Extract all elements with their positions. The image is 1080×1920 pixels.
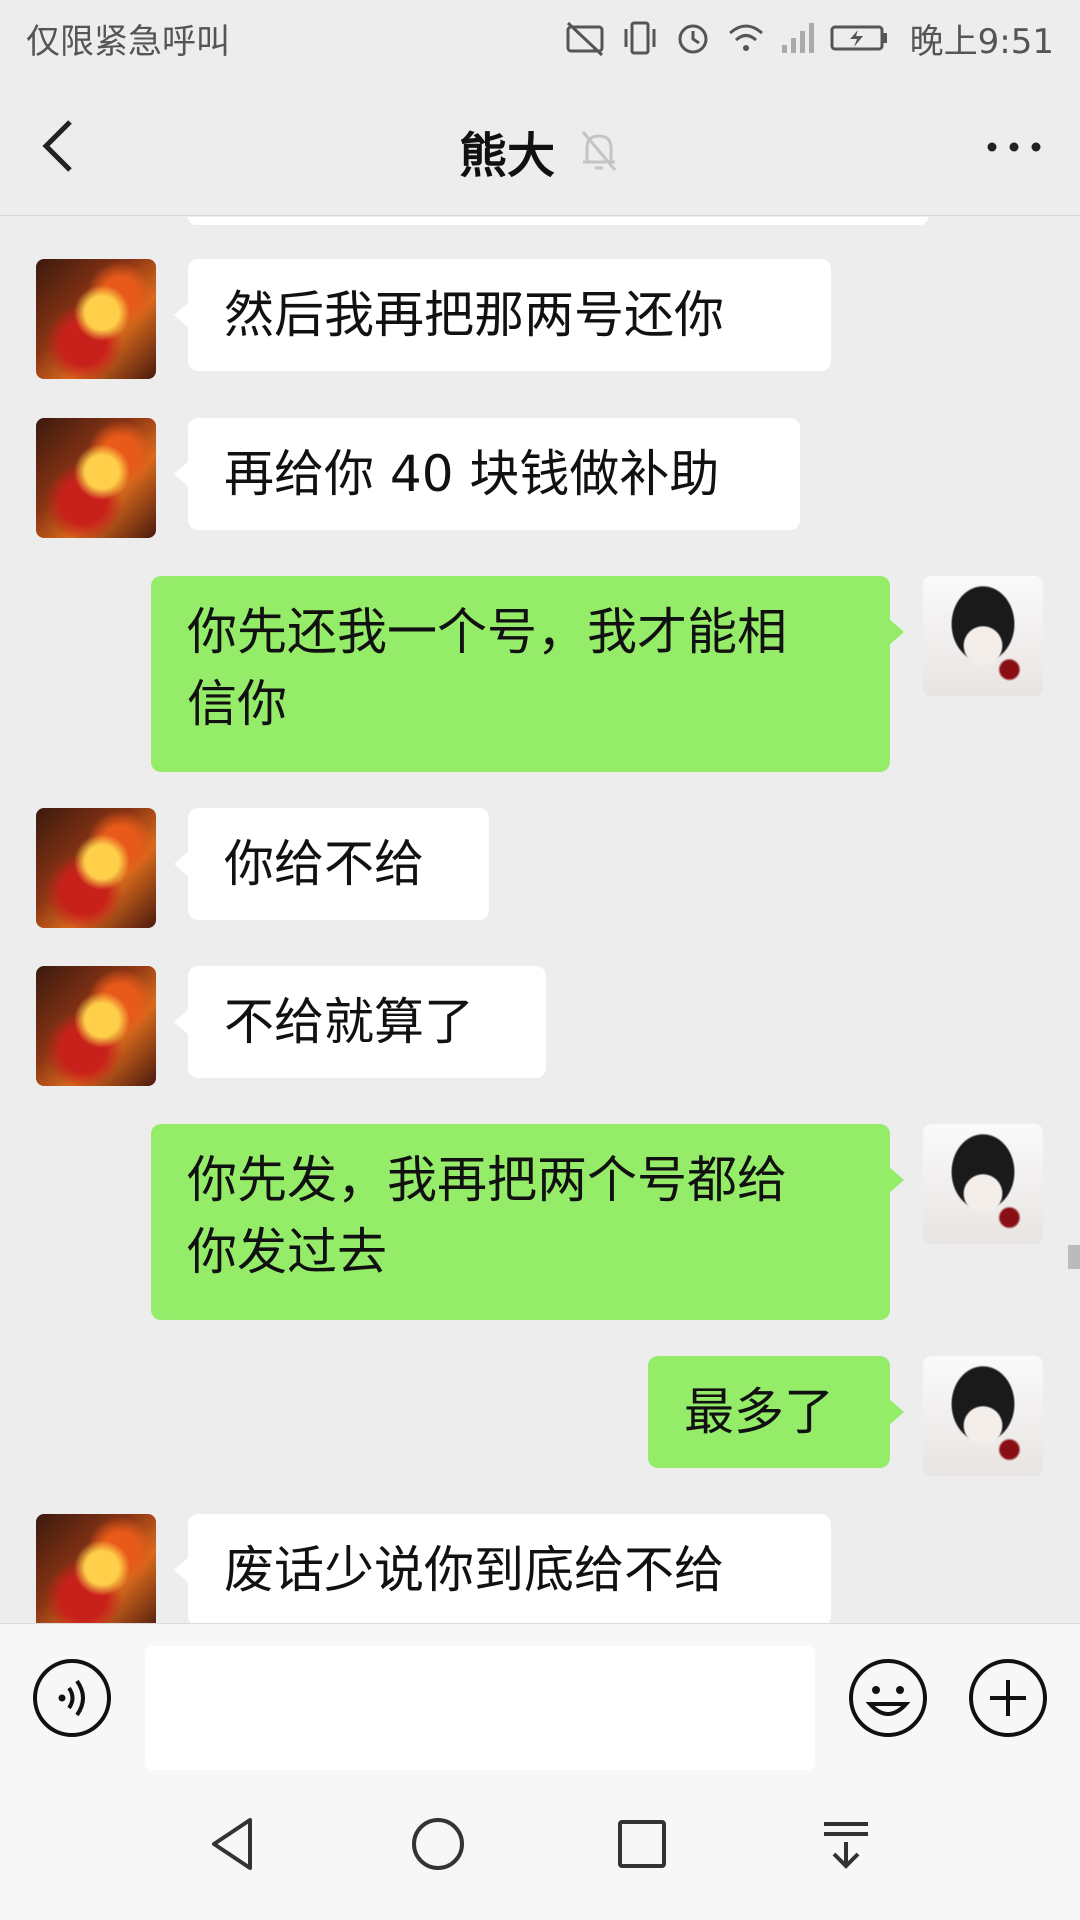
plus-button[interactable]: [968, 1658, 1048, 1738]
message-text-line: 你发过去: [187, 1223, 387, 1281]
scrollbar-thumb[interactable]: [1068, 1245, 1080, 1269]
system-nav-bar: [0, 1770, 1080, 1920]
signal-icon: [781, 23, 814, 53]
message-bubble-received[interactable]: 废话少说你到底给不给: [174, 1514, 831, 1623]
alarm-icon: [678, 24, 708, 54]
nav-back-button[interactable]: [204, 1814, 264, 1874]
message-text: 最多了: [684, 1383, 834, 1441]
chat-title: 熊大: [458, 128, 555, 184]
my-avatar[interactable]: [923, 1124, 1043, 1244]
vibrate-icon: [624, 21, 656, 55]
no-sim-icon: [566, 21, 604, 57]
nav-notification-icon: [824, 1822, 868, 1869]
message-bubble-received[interactable]: 你给不给: [174, 808, 489, 920]
my-avatar[interactable]: [923, 1356, 1043, 1476]
emoji-icon: [849, 1659, 927, 1737]
contact-avatar[interactable]: [36, 1514, 156, 1623]
message-text-line: 你先发，我再把两个号都给: [187, 1151, 787, 1209]
message-text: 再给你 40 块钱做补助: [224, 445, 720, 503]
message-bubble-sent[interactable]: 你先还我一个号，我才能相 信你: [151, 576, 904, 772]
message-bubble-received[interactable]: 不给就算了: [174, 966, 546, 1078]
contact-avatar[interactable]: [36, 259, 156, 379]
chat-messages[interactable]: 然后我再把那两号还你 再给你 40 块钱做补助 你先还我一个号，我才能相 信你 …: [0, 217, 1080, 1623]
more-button[interactable]: [984, 132, 1044, 162]
emoji-button[interactable]: [848, 1658, 928, 1738]
muted-bell-icon: [581, 131, 617, 171]
nav-notification-button[interactable]: [816, 1814, 876, 1874]
title-group: 熊大: [0, 116, 1080, 186]
message-bubble-sent[interactable]: 最多了: [648, 1356, 904, 1468]
message-text: 不给就算了: [224, 993, 474, 1051]
contact-avatar[interactable]: [36, 808, 156, 928]
nav-back-icon: [212, 1818, 252, 1870]
status-icons: 晚上9:51: [564, 14, 1054, 63]
message-input[interactable]: [145, 1646, 815, 1770]
partial-message-bubble: [188, 217, 928, 225]
message-bubble-received[interactable]: 然后我再把那两号还你: [174, 259, 831, 371]
nav-home-icon: [412, 1818, 464, 1870]
nav-recents-icon: [618, 1820, 666, 1868]
message-text-line: 信你: [187, 675, 287, 733]
contact-avatar[interactable]: [36, 966, 156, 1086]
chat-header: 熊大: [0, 76, 1080, 216]
status-bar: 仅限紧急呼叫 晚上9:51: [0, 0, 1080, 76]
message-text-line: 你先还我一个号，我才能相: [187, 603, 787, 661]
nav-recents-button[interactable]: [612, 1814, 672, 1874]
contact-avatar[interactable]: [36, 418, 156, 538]
message-bubble-sent[interactable]: 你先发，我再把两个号都给 你发过去: [151, 1124, 904, 1320]
nav-home-button[interactable]: [408, 1814, 468, 1874]
carrier-text: 仅限紧急呼叫: [26, 21, 230, 62]
message-text: 你给不给: [224, 835, 424, 893]
wifi-icon: [728, 24, 763, 51]
message-text: 废话少说你到底给不给: [224, 1541, 724, 1599]
voice-icon: [33, 1659, 111, 1737]
status-time: 晚上9:51: [909, 21, 1054, 62]
more-dots-icon: [987, 142, 1041, 152]
my-avatar[interactable]: [923, 576, 1043, 696]
voice-button[interactable]: [32, 1658, 112, 1738]
message-text: 然后我再把那两号还你: [224, 286, 724, 344]
message-bubble-received[interactable]: 再给你 40 块钱做补助: [174, 418, 800, 530]
battery-charging-icon: [830, 25, 887, 51]
input-bar: [0, 1623, 1080, 1770]
plus-icon: [969, 1659, 1047, 1737]
